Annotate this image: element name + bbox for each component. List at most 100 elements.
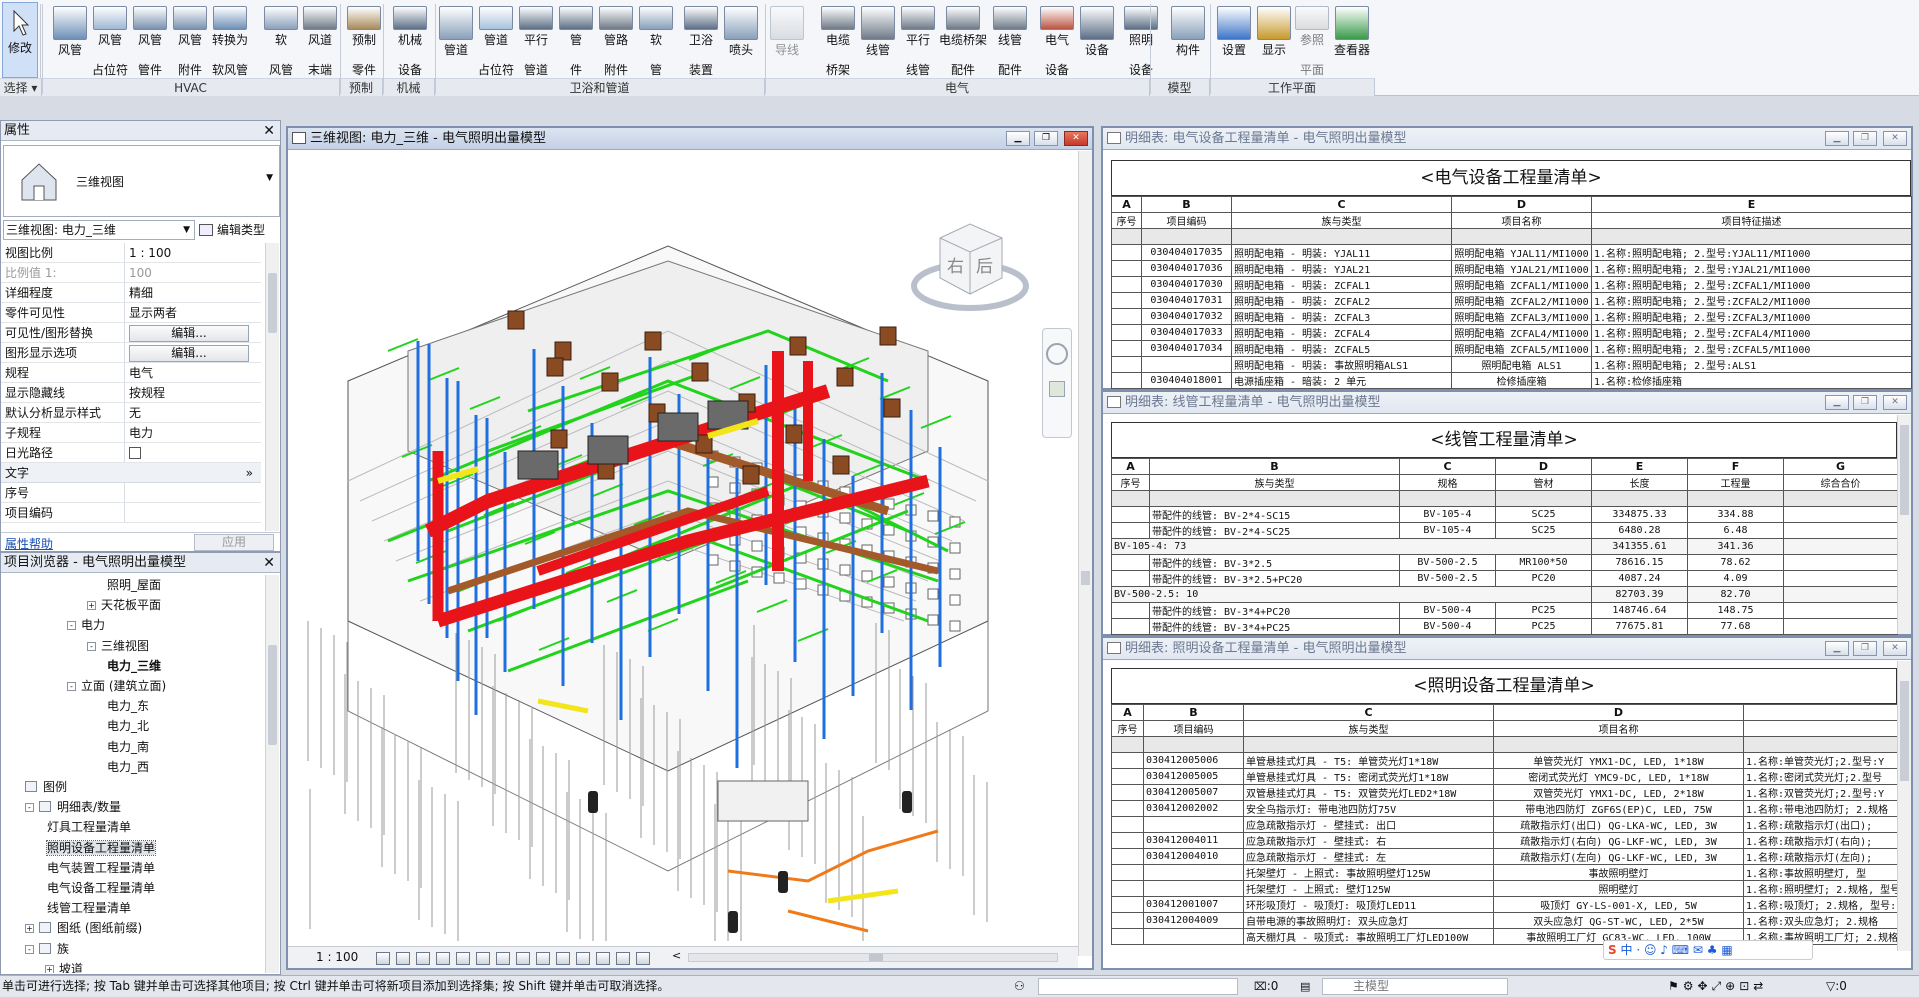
table-cell[interactable]: 030404017030 [1141,276,1232,293]
close-button[interactable]: ✕ [1064,131,1088,146]
table-cell[interactable]: PC25 [1495,618,1592,635]
column-header[interactable]: 长度 [1591,474,1688,491]
property-row[interactable]: 日光路径 [1,443,261,463]
table-cell[interactable] [1143,880,1244,897]
table-cell[interactable]: 双头应急灯 QG-ST-WC, LED, 2*5W [1493,912,1744,929]
browser-node[interactable]: 电力_三维 [107,656,161,676]
expander-icon[interactable]: - [25,944,34,954]
table-cell[interactable] [1783,538,1898,555]
type-selector[interactable]: 三维视图 ▼ [3,145,280,217]
table-cell[interactable]: 环形吸顶灯 - 吸顶灯: 吸顶灯LED11 [1243,896,1494,913]
view-scale[interactable]: 1 : 100 [316,950,358,964]
properties-scrollbar[interactable] [265,243,279,531]
browser-node[interactable]: 电气装置工程量清单 [47,858,155,878]
table-row[interactable] [1111,490,1898,507]
ribbon-button-14[interactable]: 软管 [638,2,674,78]
column-header[interactable]: 项目编码 [1141,212,1232,229]
ribbon-button-20[interactable]: 平行 线管 [898,2,938,78]
table-cell[interactable]: 1.名称:照明配电箱; 2.型号:YJAL21/MI1000 [1591,260,1912,277]
browser-node[interactable]: 灯具工程量清单 [47,817,131,837]
table-cell[interactable]: 030412005007 [1143,784,1244,801]
table-cell[interactable]: 78616.15 [1591,554,1688,571]
ribbon-button-0[interactable]: 风管 [51,2,89,78]
table-cell[interactable]: 82.70 [1687,586,1784,603]
table-cell[interactable]: 密闭式荧光灯 YMC9-DC, LED, 1*18W [1493,768,1744,785]
column-letter[interactable]: D [1493,704,1744,721]
properties-help-link[interactable]: 属性帮助 [5,535,53,552]
table-cell[interactable] [1111,736,1144,753]
table-cell[interactable]: 带配件的线管: BV-2*4-SC15 [1149,506,1400,523]
table-cell[interactable] [1111,260,1142,277]
view-control-icon[interactable] [436,952,450,965]
table-cell[interactable]: 1.名称:照明配电箱; 2.型号:ALS1 [1591,356,1912,373]
table-cell[interactable]: 030404017036 [1141,260,1232,277]
schedule-scrollbar[interactable] [1897,415,1911,634]
ribbon-button-10[interactable]: 管道 占位符 [476,2,516,78]
worksets-icon[interactable]: ⚇ [1014,976,1025,997]
zoom-icon[interactable] [1049,381,1065,397]
table-cell[interactable]: 1.名称:照明壁灯; 2.规格, 型号: [1743,880,1898,897]
table-cell[interactable]: 照明配电箱 ZCFAL4/MI1000 [1451,324,1592,341]
table-cell[interactable] [1111,928,1144,945]
table-row[interactable]: ABCDEFG [1111,458,1898,475]
table-cell[interactable]: 照明配电箱 - 明装: ZCFAL1 [1231,276,1452,293]
column-header[interactable]: 族与类型 [1149,474,1400,491]
table-cell[interactable]: 带电池四防灯 ZGF6S(EP)C, LED, 75W [1493,800,1744,817]
table-cell[interactable]: BV-105-4 [1399,506,1496,523]
table-cell[interactable] [1111,864,1144,881]
table-cell[interactable]: 1.名称:单管荧光灯;2.型号:Y [1743,752,1898,769]
table-cell[interactable]: 照明配电箱 - 明装: ZCFAL4 [1231,324,1452,341]
column-header[interactable]: 项目特征描述 [1591,212,1912,229]
ribbon-button-8[interactable]: 机械 设备 [390,2,430,78]
table-cell[interactable]: 照明壁灯 [1493,880,1744,897]
expander-icon[interactable]: - [67,621,76,631]
table-cell[interactable]: BV-105-4: 73 [1111,538,1592,555]
property-value[interactable]: 编辑... [125,343,261,362]
view-cube[interactable]: 右 后 [910,208,1030,318]
table-cell[interactable] [1743,736,1898,753]
table-cell[interactable]: 检修插座箱 [1451,372,1592,389]
table-cell[interactable]: BV-500-4 [1399,602,1496,619]
table-cell[interactable]: 030412002002 [1143,800,1244,817]
table-cell[interactable] [1111,880,1144,897]
close-button[interactable]: ✕ [1883,131,1907,146]
table-cell[interactable]: 带配件的线管: BV-3*2.5+PC20 [1149,570,1400,587]
table-row[interactable]: 带配件的线管: BV-3*2.5+PC20 BV-500-2.5 PC20 4087.… [1111,570,1898,587]
table-cell[interactable] [1687,490,1784,507]
steering-wheel-icon[interactable] [1046,343,1068,365]
table-cell[interactable]: 030404017033 [1141,324,1232,341]
table-cell[interactable]: 1.名称:照明配电箱; 2.型号:YJAL11/MI1000 [1591,244,1912,261]
table-cell[interactable] [1143,928,1244,945]
table-cell[interactable] [1451,228,1592,245]
table-cell[interactable]: SC25 [1495,522,1592,539]
ribbon-button-17[interactable]: 导线 [767,2,807,78]
table-cell[interactable] [1111,816,1144,833]
table-cell[interactable]: 吸顶灯 GY-LS-001-X, LED, 5W [1493,896,1744,913]
expander-icon[interactable]: + [25,924,34,934]
close-button[interactable]: ✕ [1883,395,1907,410]
table-cell[interactable] [1783,618,1898,635]
table-cell[interactable]: 341.36 [1687,538,1784,555]
table-row[interactable]: ABCD [1111,704,1898,721]
property-row[interactable]: 详细程度 精细 [1,283,261,303]
browser-node[interactable]: 电力_东 [107,696,149,716]
table-cell[interactable]: 疏散指示灯(右向) QG-LKF-WC, LED, 3W [1493,832,1744,849]
table-cell[interactable]: 1.名称:疏散指示灯(出口); [1743,816,1898,833]
table-cell[interactable] [1111,340,1142,357]
view-control-icon[interactable] [516,952,530,965]
table-cell[interactable]: 1.名称:疏散指示灯(左向); [1743,848,1898,865]
table-cell[interactable]: 带配件的线管: BV-2*4-SC25 [1149,522,1400,539]
collapse-icon[interactable]: » [246,463,253,483]
close-button[interactable]: ✕ [1883,641,1907,656]
column-header[interactable]: 管材 [1495,474,1592,491]
table-cell[interactable]: 照明配电箱 YJAL21/MI1000 [1451,260,1592,277]
ribbon-button-11[interactable]: 平行 管道 [517,2,555,78]
column-header[interactable] [1743,720,1898,737]
table-cell[interactable]: 托架壁灯 - 上照式: 事故照明壁灯125W [1243,864,1494,881]
table-row[interactable]: 030404017030 照明配电箱 - 明装: ZCFAL1 照明配电箱 ZCFA… [1111,276,1912,293]
table-cell[interactable]: 1.名称:检修插座箱 [1591,372,1912,389]
column-letter[interactable]: E [1591,458,1688,475]
table-row[interactable]: 带配件的线管: BV-2*4-SC25 BV-105-4 SC25 6480.28 6.… [1111,522,1898,539]
property-value[interactable]: 1 : 100 [125,243,261,262]
ribbon-button-29[interactable]: 参照 平面 [1294,2,1330,78]
